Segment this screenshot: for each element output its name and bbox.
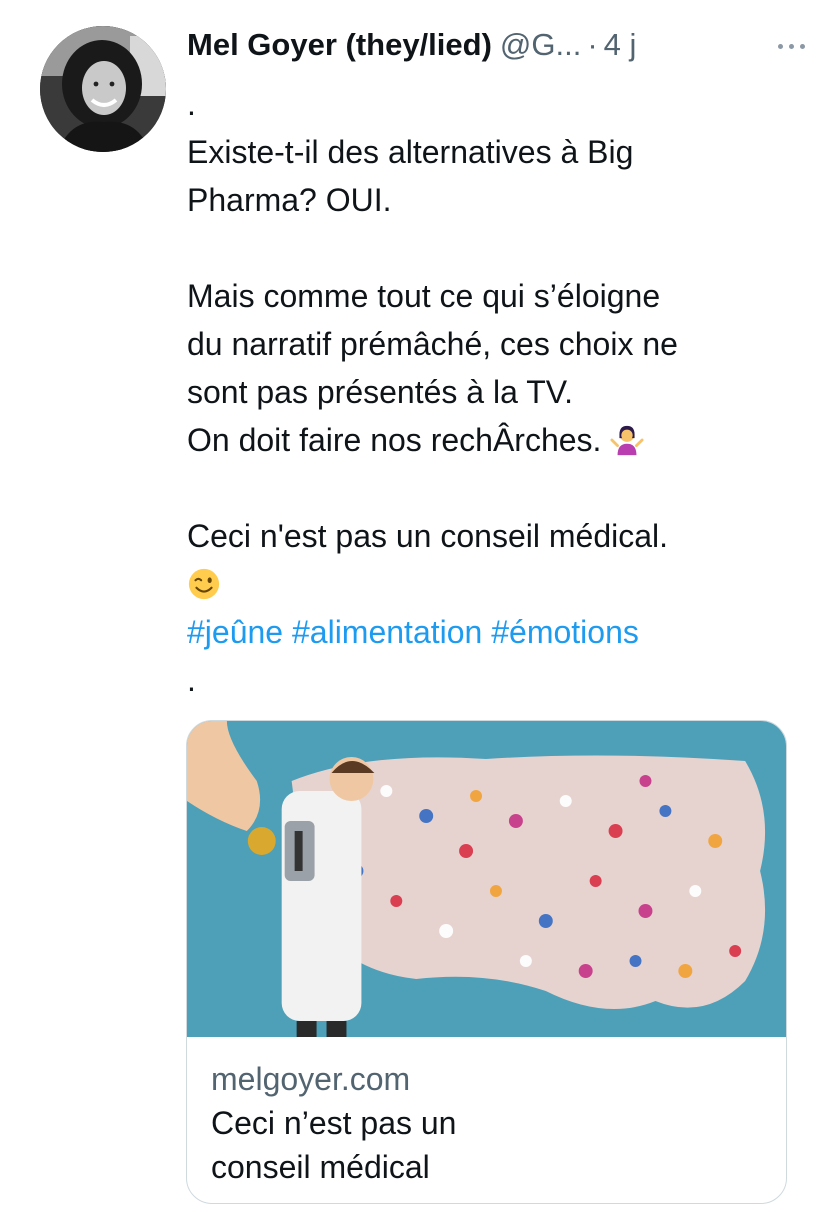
author-name[interactable]: Mel Goyer (they/lied) <box>187 27 492 63</box>
tweet-timestamp[interactable]: 4 j <box>604 27 637 63</box>
winking-face-icon <box>188 568 220 600</box>
tweet-line-with-emoji: On doit faire nos rechÂrches. <box>187 416 797 464</box>
tweet-line: Mais comme tout ce qui s’éloigne <box>187 278 661 314</box>
tweet-line: sont pas présentés à la TV. <box>187 374 574 410</box>
tweet-line: . <box>187 86 196 122</box>
card-domain[interactable]: melgoyer.com <box>211 1057 766 1101</box>
tweet-line: Pharma? OUI. <box>187 182 392 218</box>
card-title-line[interactable]: Ceci n’est pas un <box>211 1101 766 1145</box>
hashtags-line: #jeûne #alimentation #émotions <box>187 608 797 656</box>
person-shrugging-icon <box>610 425 644 456</box>
wink-emoji-line <box>187 560 797 608</box>
card-text: melgoyer.com Ceci n’est pas un conseil m… <box>211 1057 766 1189</box>
avatar-photo <box>40 26 166 152</box>
card-title-line[interactable]: conseil médical <box>211 1145 766 1189</box>
hashtag-alimentation[interactable]: #alimentation <box>292 614 482 650</box>
header-separator: · <box>587 27 598 62</box>
tweet-line: Existe-t-il des alternatives à Big <box>187 134 634 170</box>
author-handle[interactable]: @G... <box>500 27 581 63</box>
card-image <box>187 721 786 1037</box>
tweet-line: On doit faire nos rechÂrches. <box>187 422 602 458</box>
closing-dot: . <box>187 662 196 698</box>
link-preview-card[interactable]: melgoyer.com Ceci n’est pas un conseil m… <box>186 720 787 1204</box>
tweet-header: Mel Goyer (they/lied) @G... · 4 j <box>187 24 814 66</box>
hashtag-jeune[interactable]: #jeûne <box>187 614 283 650</box>
tweet-line: du narratif prémâché, ces choix ne <box>187 326 678 362</box>
more-options-icon[interactable] <box>768 36 814 56</box>
hashtag-emotions[interactable]: #émotions <box>491 614 639 650</box>
avatar[interactable] <box>40 26 166 152</box>
disclaimer-line: Ceci n'est pas un conseil médical. <box>187 518 669 554</box>
tweet-text: . Existe-t-il des alternatives à Big Pha… <box>187 80 797 704</box>
